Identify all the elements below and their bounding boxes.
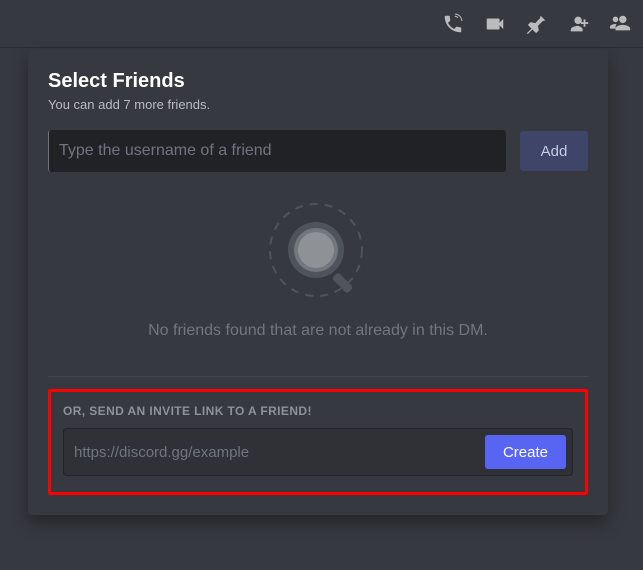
- create-button[interactable]: Create: [485, 435, 566, 469]
- empty-state: No friends found that are not already in…: [48, 186, 588, 358]
- magnifier-icon: [258, 194, 378, 314]
- select-friends-modal: Select Friends You can add 7 more friend…: [28, 50, 608, 515]
- members-icon[interactable]: [609, 12, 633, 36]
- modal-subtitle: You can add 7 more friends.: [48, 97, 588, 112]
- invite-label: OR, SEND AN INVITE LINK TO A FRIEND!: [63, 404, 573, 418]
- add-friend-icon[interactable]: [567, 12, 591, 36]
- divider: [48, 376, 588, 377]
- invite-link-input[interactable]: [74, 444, 485, 461]
- invite-row: Create: [63, 428, 573, 476]
- top-toolbar: [0, 0, 643, 48]
- call-icon[interactable]: [441, 12, 465, 36]
- friend-search-input[interactable]: [48, 130, 506, 172]
- empty-text: No friends found that are not already in…: [48, 322, 588, 340]
- search-row: Add: [48, 130, 588, 172]
- video-icon[interactable]: [483, 12, 507, 36]
- pin-icon[interactable]: [525, 12, 549, 36]
- add-button[interactable]: Add: [520, 131, 588, 171]
- modal-title: Select Friends: [48, 70, 588, 93]
- invite-section: OR, SEND AN INVITE LINK TO A FRIEND! Cre…: [48, 389, 588, 495]
